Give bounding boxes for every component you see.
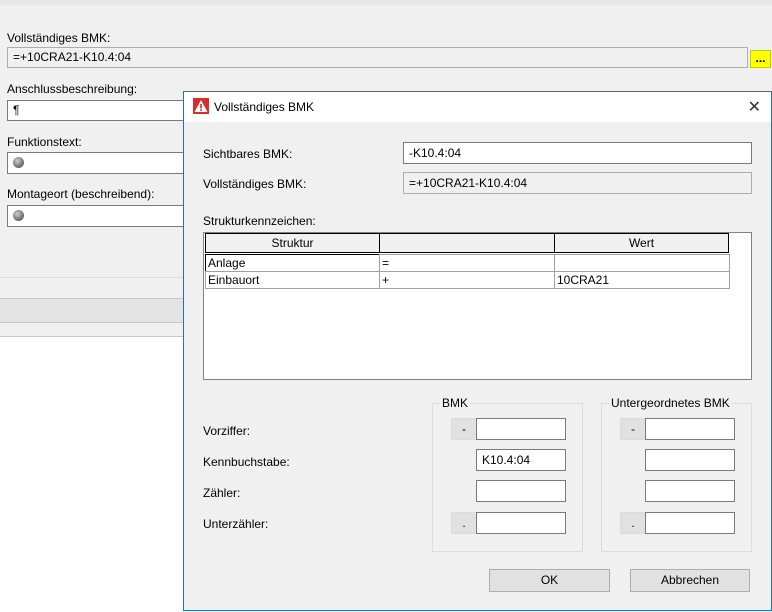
bmk-group-title: BMK [440,396,471,410]
vorziffer-input[interactable] [476,418,566,440]
browse-button[interactable]: ... [750,50,771,68]
sub-kennbuchstabe-input[interactable] [645,449,735,471]
montage-label: Montageort (beschreibend): [7,187,155,201]
divider [0,277,185,278]
background-panel-bar [0,298,185,323]
funktion-field[interactable] [7,152,187,174]
struktur-heading: Strukturkennzeichen: [203,214,316,228]
montage-field[interactable] [7,205,187,227]
vollstaendiges-field: =+10CRA21-K10.4:04 [403,172,752,194]
sub-bmk-group: Untergeordnetes BMK - . [601,396,752,552]
bmk-label: Vollständiges BMK: [7,31,111,45]
top-bar [0,0,772,5]
ok-button[interactable]: OK [489,569,610,592]
sub-unterzaehler-prefix: . [620,512,646,534]
warning-icon [193,98,209,114]
kennbuchstabe-label: Kennbuchstabe: [203,455,290,469]
sub-bmk-group-title: Untergeordnetes BMK [609,396,732,410]
sub-vorziffer-prefix: - [620,418,646,440]
unterzaehler-label: Unterzähler: [203,517,269,531]
vorziffer-prefix: - [451,418,477,440]
sichtbares-label: Sichtbares BMK: [203,147,293,161]
funktion-label: Funktionstext: [7,135,82,149]
dialog-titlebar: Vollständiges BMK ✕ [184,92,771,122]
vorziffer-label: Vorziffer: [203,424,251,438]
close-icon[interactable]: ✕ [748,97,761,117]
bmk-field[interactable]: =+10CRA21-K10.4:04 [7,47,748,68]
sichtbares-field[interactable]: -K10.4:04 [403,142,752,164]
column-header-symbol[interactable] [379,233,555,253]
kennbuchstabe-input[interactable]: K10.4:04 [476,449,566,471]
unterzaehler-prefix: . [451,512,477,534]
struktur-table: Struktur Wert Anlage = Einbauort + 10CRA… [203,232,752,380]
vollstaendiges-label: Vollständiges BMK: [203,177,307,191]
cancel-button[interactable]: Abbrechen [630,569,750,592]
bmk-group: BMK - K10.4:04 . [432,396,583,552]
table-cell[interactable]: Anlage [205,254,380,272]
zaehler-label: Zähler: [203,486,241,500]
column-header-wert[interactable]: Wert [554,233,729,253]
full-bmk-dialog: Vollständiges BMK ✕ Sichtbares BMK: -K10… [183,91,772,611]
table-cell[interactable]: + [379,271,555,289]
globe-icon[interactable] [13,157,24,168]
sub-zaehler-input[interactable] [645,480,735,502]
table-cell[interactable]: 10CRA21 [554,271,730,289]
column-header-struktur[interactable]: Struktur [205,233,380,253]
background-panel-white [0,336,185,612]
table-cell[interactable]: = [379,254,555,272]
unterzaehler-input[interactable] [476,512,566,534]
zaehler-input[interactable] [476,480,566,502]
sub-unterzaehler-input[interactable] [645,512,735,534]
table-cell[interactable] [554,254,730,272]
sub-vorziffer-input[interactable] [645,418,735,440]
anschluss-label: Anschlussbeschreibung: [7,82,138,96]
dialog-title: Vollständiges BMK [214,100,315,114]
anschluss-field[interactable]: ¶ [7,100,187,121]
table-cell[interactable]: Einbauort [205,271,380,289]
globe-icon[interactable] [13,210,24,221]
